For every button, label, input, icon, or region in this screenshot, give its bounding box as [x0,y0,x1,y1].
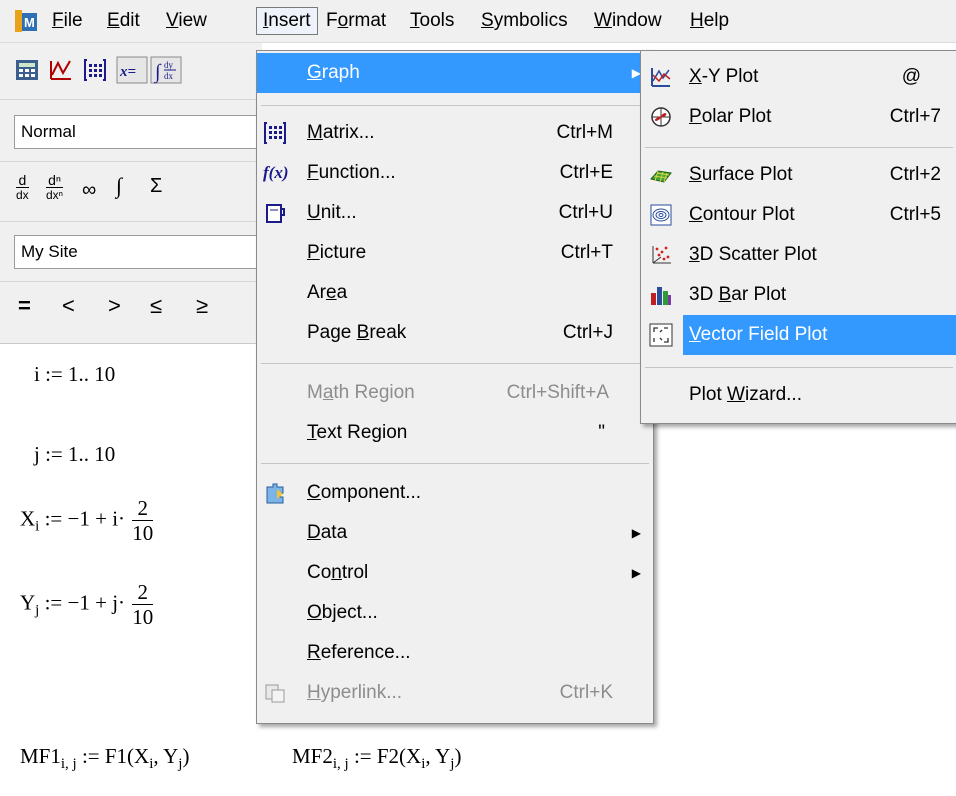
mathcad-logo-icon: M [15,10,37,32]
equal-button[interactable]: = [18,293,31,319]
insert-math-region-item: Math Region Ctrl+Shift+A [307,382,609,403]
insert-picture-item[interactable]: Picture Ctrl+T [257,233,653,273]
insert-text-region-item[interactable]: Text Region " [257,413,653,453]
greater-than-button[interactable]: > [108,293,121,319]
vector-field-icon [649,323,673,347]
style-select[interactable]: Normal [14,115,264,149]
graph-3d-bar-plot-item[interactable]: 3D Bar Plot [641,275,956,315]
graph-submenu: X-Y Plot @ Polar Plot Ctrl+7 Surface Plo… [640,50,956,424]
range-i-definition[interactable]: i := 1.. 10 [34,362,115,387]
insert-hyperlink-item: Hyperlink... Ctrl+K [257,673,653,713]
integral-button[interactable]: ∫ [116,173,122,199]
menu-bar: M File Edit View Insert Format Tools Sym… [0,0,956,43]
graph-surface-plot-item[interactable]: Surface Plot Ctrl+2 [641,155,956,195]
calculus-toolbar-icon[interactable]: ∫ dy dx [150,56,182,84]
graph-xy-plot-item[interactable]: X-Y Plot @ [641,57,956,97]
graph-polar-plot-item[interactable]: Polar Plot Ctrl+7 [641,97,956,137]
svg-text:dx: dx [164,71,174,81]
insert-control-item[interactable]: Control ▶ [257,553,653,593]
menu-view[interactable]: View [160,8,213,34]
submenu-arrow-icon: ▶ [631,526,641,540]
nth-derivative-button[interactable]: dⁿ dxⁿ [46,173,64,202]
x-definition[interactable]: Xi := −1 + i· 2 10 [20,496,154,545]
svg-text:x=: x= [119,64,136,80]
summation-button[interactable]: Σ [150,175,162,198]
menu-insert[interactable]: Insert [256,7,318,35]
matrix-toolbar-icon[interactable] [82,57,108,83]
xy-plot-icon [651,68,671,87]
less-equal-button[interactable]: ≤ [150,293,162,319]
component-icon [266,483,284,504]
insert-page-break-item[interactable]: Page Break Ctrl+J [257,313,653,353]
menu-window[interactable]: Window [588,8,668,34]
menu-help[interactable]: Help [684,8,735,34]
bar-plot-icon [651,287,671,305]
math-toolbar: x= ∫ dy dx [0,55,262,89]
surface-plot-icon [650,170,672,183]
svg-text:dy: dy [164,60,174,70]
range-j-definition[interactable]: j := 1.. 10 [34,442,115,467]
evaluation-toolbar-icon[interactable]: x= [116,56,148,84]
function-icon: f(x) [263,163,289,182]
greater-equal-button[interactable]: ≥ [196,293,208,319]
insert-reference-item[interactable]: Reference... [257,633,653,673]
toolbar-area: x= ∫ dy dx Normal d dx dⁿ dxⁿ ∞ ∫ Σ My Sit… [0,43,264,344]
graph-3d-scatter-plot-item[interactable]: 3D Scatter Plot [641,235,956,275]
submenu-arrow-icon: ▶ [631,566,641,580]
calculator-icon[interactable] [14,57,40,83]
site-select[interactable]: My Site [14,235,264,269]
insert-area-item[interactable]: Area [257,273,653,313]
menu-edit[interactable]: Edit [101,8,146,34]
menu-symbolics[interactable]: Symbolics [475,8,574,34]
calculus-palette: d dx dⁿ dxⁿ ∞ ∫ Σ [0,173,262,209]
unit-icon [266,204,285,223]
insert-matrix-item[interactable]: Matrix... Ctrl+M [257,113,653,153]
contour-plot-icon [650,204,672,226]
svg-text:M: M [24,15,35,30]
menu-format[interactable]: Format [320,8,392,34]
graph-vector-field-plot-item[interactable]: Vector Field Plot [641,315,956,355]
matrix-icon [264,122,286,144]
insert-menu: Graph ▶ Matrix... Ctrl+M f(x) Function..… [256,50,654,724]
infinity-button[interactable]: ∞ [82,179,96,202]
insert-data-item[interactable]: Data ▶ [257,513,653,553]
derivative-button[interactable]: d dx [16,173,29,202]
insert-graph-item[interactable]: Graph ▶ [257,53,653,93]
boolean-palette: = < > ≤ ≥ [0,293,262,323]
mf1-definition[interactable]: MF1i, j := F1(Xi, Yj) [20,744,189,773]
polar-plot-icon [651,107,671,127]
hyperlink-icon [265,684,285,703]
graph-contour-plot-item[interactable]: Contour Plot Ctrl+5 [641,195,956,235]
mf2-definition[interactable]: MF2i, j := F2(Xi, Yj) [292,744,461,773]
insert-object-item[interactable]: Object... [257,593,653,633]
scatter-plot-icon [652,246,671,264]
menu-tools[interactable]: Tools [404,8,460,34]
less-than-button[interactable]: < [62,293,75,319]
menu-file[interactable]: File [46,8,89,34]
insert-function-item[interactable]: f(x) Function... Ctrl+E [257,153,653,193]
graph-toolbar-icon[interactable] [48,57,74,83]
insert-unit-item[interactable]: Unit... Ctrl+U [257,193,653,233]
graph-plot-wizard-item[interactable]: Plot Wizard... [641,375,956,415]
insert-component-item[interactable]: Component... [257,473,653,513]
y-definition[interactable]: Yj := −1 + j· 2 10 [20,580,154,629]
